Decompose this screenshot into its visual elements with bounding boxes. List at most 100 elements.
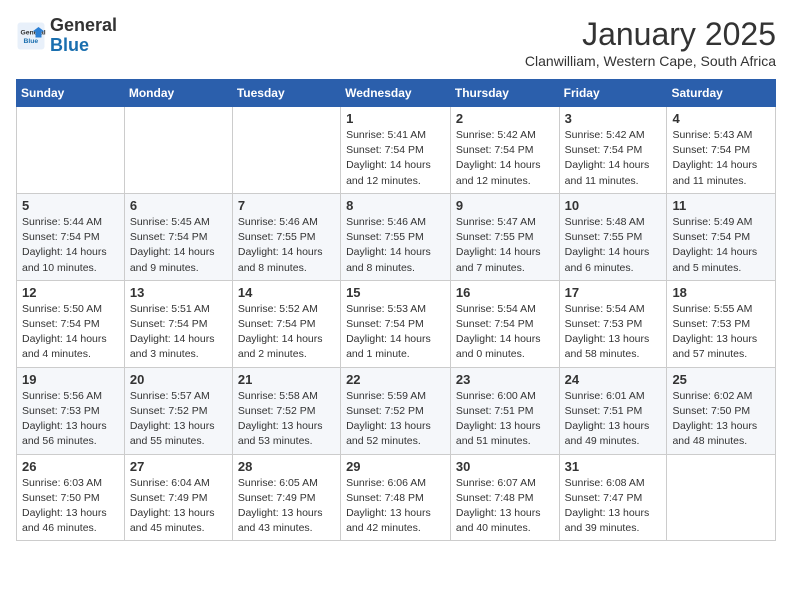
day-number: 16 bbox=[456, 285, 554, 300]
calendar-cell: 4 Sunrise: 5:43 AM Sunset: 7:54 PM Daylig… bbox=[667, 107, 776, 194]
calendar-cell: 17Sunrise: 5:54 AM Sunset: 7:53 PM Dayli… bbox=[559, 280, 667, 367]
location-subtitle: Clanwilliam, Western Cape, South Africa bbox=[525, 53, 776, 69]
day-info: Sunrise: 6:01 AM Sunset: 7:51 PM Dayligh… bbox=[565, 389, 662, 450]
day-number: 19 bbox=[22, 372, 119, 387]
day-number: 12 bbox=[22, 285, 119, 300]
calendar-cell: 25Sunrise: 6:02 AM Sunset: 7:50 PM Dayli… bbox=[667, 367, 776, 454]
calendar-cell: 19 Sunrise: 5:56 AM Sunset: 7:53 PM Dayli… bbox=[17, 367, 125, 454]
day-info: Sunrise: 6:04 AM Sunset: 7:49 PM Dayligh… bbox=[130, 476, 227, 537]
day-info: Sunrise: 6:03 AM Sunset: 7:50 PM Dayligh… bbox=[22, 476, 119, 537]
week-row-2: 5Sunrise: 5:44 AM Sunset: 7:54 PM Daylig… bbox=[17, 193, 776, 280]
day-info: Sunrise: 5:48 AM Sunset: 7:55 PM Dayligh… bbox=[565, 215, 662, 276]
logo-icon: General Blue bbox=[16, 21, 46, 51]
calendar-cell: 12 Sunrise: 5:50 AM Sunset: 7:54 PM Dayli… bbox=[17, 280, 125, 367]
day-info: Sunrise: 5:51 AM Sunset: 7:54 PM Dayligh… bbox=[130, 302, 227, 363]
day-info: Sunrise: 5:46 AM Sunset: 7:55 PM Dayligh… bbox=[346, 215, 445, 276]
day-info: Sunrise: 5:54 AM Sunset: 7:54 PM Dayligh… bbox=[456, 302, 554, 363]
calendar-cell: 30Sunrise: 6:07 AM Sunset: 7:48 PM Dayli… bbox=[450, 454, 559, 541]
day-info: Sunrise: 5:53 AM Sunset: 7:54 PM Dayligh… bbox=[346, 302, 445, 363]
day-info: Sunrise: 5:56 AM Sunset: 7:53 PM Dayligh… bbox=[22, 389, 119, 450]
day-info: Sunrise: 5:52 AM Sunset: 7:54 PM Dayligh… bbox=[238, 302, 335, 363]
calendar-cell: 2Sunrise: 5:42 AM Sunset: 7:54 PM Daylig… bbox=[450, 107, 559, 194]
calendar-cell: 29Sunrise: 6:06 AM Sunset: 7:48 PM Dayli… bbox=[341, 454, 451, 541]
day-number: 9 bbox=[456, 198, 554, 213]
day-info: Sunrise: 5:59 AM Sunset: 7:52 PM Dayligh… bbox=[346, 389, 445, 450]
calendar-cell: 6 Sunrise: 5:45 AM Sunset: 7:54 PM Daylig… bbox=[124, 193, 232, 280]
calendar-cell: 31 Sunrise: 6:08 AM Sunset: 7:47 PM Dayli… bbox=[559, 454, 667, 541]
day-number: 24 bbox=[565, 372, 662, 387]
week-row-1: 1Sunrise: 5:41 AM Sunset: 7:54 PM Daylig… bbox=[17, 107, 776, 194]
day-number: 27 bbox=[130, 459, 227, 474]
day-info: Sunrise: 6:08 AM Sunset: 7:47 PM Dayligh… bbox=[565, 476, 662, 537]
day-info: Sunrise: 5:58 AM Sunset: 7:52 PM Dayligh… bbox=[238, 389, 335, 450]
calendar-cell: 1Sunrise: 5:41 AM Sunset: 7:54 PM Daylig… bbox=[341, 107, 451, 194]
weekday-header-row: SundayMondayTuesdayWednesdayThursdayFrid… bbox=[17, 80, 776, 107]
day-info: Sunrise: 5:45 AM Sunset: 7:54 PM Dayligh… bbox=[130, 215, 227, 276]
day-number: 22 bbox=[346, 372, 445, 387]
calendar-cell: 26 Sunrise: 6:03 AM Sunset: 7:50 PM Dayli… bbox=[17, 454, 125, 541]
calendar-cell: 22 Sunrise: 5:59 AM Sunset: 7:52 PM Dayli… bbox=[341, 367, 451, 454]
calendar-cell bbox=[17, 107, 125, 194]
day-number: 25 bbox=[672, 372, 770, 387]
calendar-table: SundayMondayTuesdayWednesdayThursdayFrid… bbox=[16, 79, 776, 541]
week-row-4: 19 Sunrise: 5:56 AM Sunset: 7:53 PM Dayli… bbox=[17, 367, 776, 454]
day-info: Sunrise: 5:50 AM Sunset: 7:54 PM Dayligh… bbox=[22, 302, 119, 363]
calendar-cell: 21 Sunrise: 5:58 AM Sunset: 7:52 PM Dayli… bbox=[232, 367, 340, 454]
weekday-header-monday: Monday bbox=[124, 80, 232, 107]
day-info: Sunrise: 5:43 AM Sunset: 7:54 PM Dayligh… bbox=[672, 128, 770, 189]
day-info: Sunrise: 5:42 AM Sunset: 7:54 PM Dayligh… bbox=[565, 128, 662, 189]
calendar-cell: 11 Sunrise: 5:49 AM Sunset: 7:54 PM Dayli… bbox=[667, 193, 776, 280]
day-number: 26 bbox=[22, 459, 119, 474]
weekday-header-tuesday: Tuesday bbox=[232, 80, 340, 107]
day-number: 8 bbox=[346, 198, 445, 213]
day-number: 4 bbox=[672, 111, 770, 126]
calendar-cell: 15 Sunrise: 5:53 AM Sunset: 7:54 PM Dayli… bbox=[341, 280, 451, 367]
week-row-3: 12 Sunrise: 5:50 AM Sunset: 7:54 PM Dayli… bbox=[17, 280, 776, 367]
day-info: Sunrise: 5:44 AM Sunset: 7:54 PM Dayligh… bbox=[22, 215, 119, 276]
week-row-5: 26 Sunrise: 6:03 AM Sunset: 7:50 PM Dayli… bbox=[17, 454, 776, 541]
day-info: Sunrise: 5:49 AM Sunset: 7:54 PM Dayligh… bbox=[672, 215, 770, 276]
weekday-header-thursday: Thursday bbox=[450, 80, 559, 107]
calendar-cell: 20Sunrise: 5:57 AM Sunset: 7:52 PM Dayli… bbox=[124, 367, 232, 454]
page-header: General Blue General Blue January 2025 C… bbox=[16, 16, 776, 69]
title-block: January 2025 Clanwilliam, Western Cape, … bbox=[525, 16, 776, 69]
day-info: Sunrise: 5:46 AM Sunset: 7:55 PM Dayligh… bbox=[238, 215, 335, 276]
calendar-cell: 27 Sunrise: 6:04 AM Sunset: 7:49 PM Dayli… bbox=[124, 454, 232, 541]
calendar-cell: 9 Sunrise: 5:47 AM Sunset: 7:55 PM Daylig… bbox=[450, 193, 559, 280]
day-number: 15 bbox=[346, 285, 445, 300]
day-number: 31 bbox=[565, 459, 662, 474]
day-number: 6 bbox=[130, 198, 227, 213]
day-number: 21 bbox=[238, 372, 335, 387]
calendar-cell: 8 Sunrise: 5:46 AM Sunset: 7:55 PM Daylig… bbox=[341, 193, 451, 280]
day-number: 3 bbox=[565, 111, 662, 126]
day-info: Sunrise: 5:55 AM Sunset: 7:53 PM Dayligh… bbox=[672, 302, 770, 363]
day-number: 23 bbox=[456, 372, 554, 387]
weekday-header-sunday: Sunday bbox=[17, 80, 125, 107]
calendar-cell bbox=[667, 454, 776, 541]
day-number: 1 bbox=[346, 111, 445, 126]
day-number: 29 bbox=[346, 459, 445, 474]
calendar-cell bbox=[124, 107, 232, 194]
calendar-cell: 18 Sunrise: 5:55 AM Sunset: 7:53 PM Dayli… bbox=[667, 280, 776, 367]
calendar-cell: 5Sunrise: 5:44 AM Sunset: 7:54 PM Daylig… bbox=[17, 193, 125, 280]
day-number: 10 bbox=[565, 198, 662, 213]
calendar-cell: 14Sunrise: 5:52 AM Sunset: 7:54 PM Dayli… bbox=[232, 280, 340, 367]
day-info: Sunrise: 5:47 AM Sunset: 7:55 PM Dayligh… bbox=[456, 215, 554, 276]
day-number: 11 bbox=[672, 198, 770, 213]
calendar-cell: 10 Sunrise: 5:48 AM Sunset: 7:55 PM Dayli… bbox=[559, 193, 667, 280]
weekday-header-wednesday: Wednesday bbox=[341, 80, 451, 107]
calendar-cell: 3 Sunrise: 5:42 AM Sunset: 7:54 PM Daylig… bbox=[559, 107, 667, 194]
weekday-header-saturday: Saturday bbox=[667, 80, 776, 107]
day-number: 17 bbox=[565, 285, 662, 300]
month-title: January 2025 bbox=[525, 16, 776, 53]
calendar-cell: 28 Sunrise: 6:05 AM Sunset: 7:49 PM Dayli… bbox=[232, 454, 340, 541]
day-number: 13 bbox=[130, 285, 227, 300]
day-number: 28 bbox=[238, 459, 335, 474]
svg-text:Blue: Blue bbox=[24, 38, 39, 45]
day-number: 2 bbox=[456, 111, 554, 126]
day-info: Sunrise: 6:05 AM Sunset: 7:49 PM Dayligh… bbox=[238, 476, 335, 537]
calendar-cell: 16 Sunrise: 5:54 AM Sunset: 7:54 PM Dayli… bbox=[450, 280, 559, 367]
day-info: Sunrise: 6:07 AM Sunset: 7:48 PM Dayligh… bbox=[456, 476, 554, 537]
day-number: 18 bbox=[672, 285, 770, 300]
weekday-header-friday: Friday bbox=[559, 80, 667, 107]
